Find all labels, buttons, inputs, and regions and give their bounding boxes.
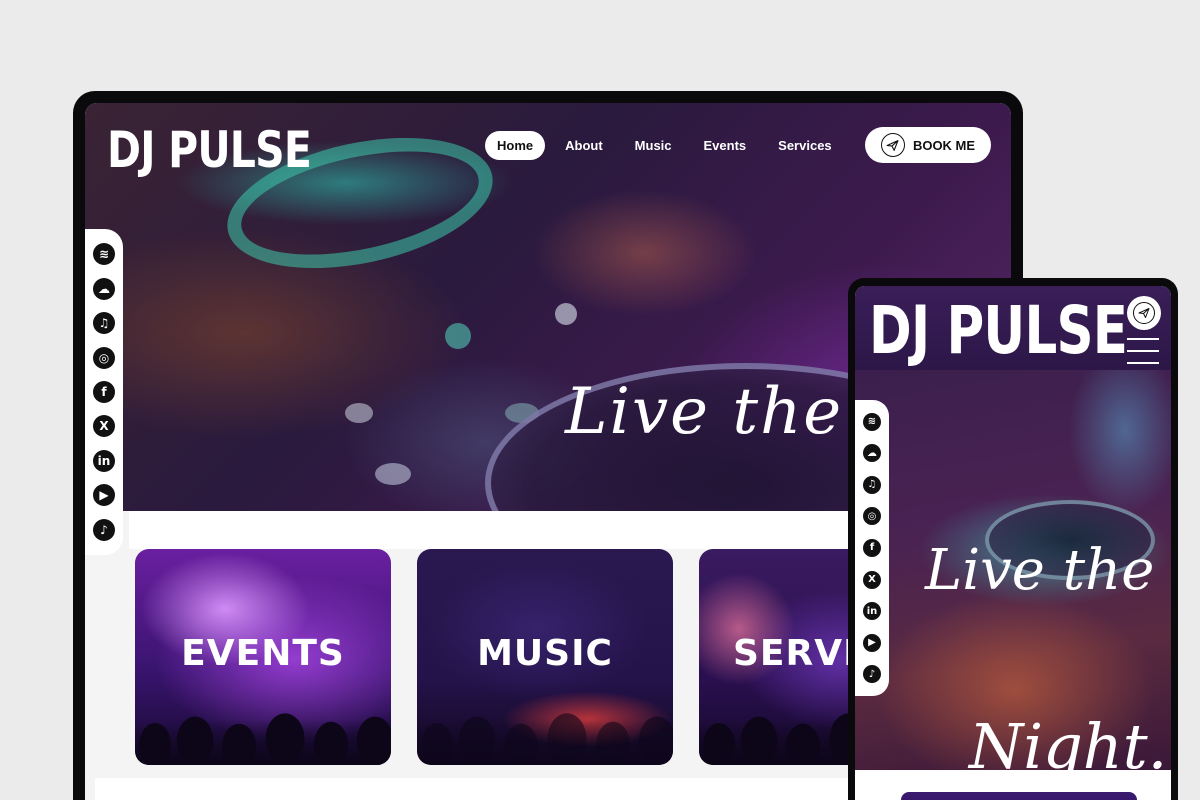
menu-line: [1127, 362, 1159, 364]
youtube-icon[interactable]: ▶: [863, 633, 881, 652]
site-logo[interactable]: DJ PULSE: [107, 121, 312, 179]
mobile-header: DJ PULSE: [855, 286, 1171, 370]
social-sidebar: ≋ ☁ ♫ ◎ f X in ▶ ♪: [85, 229, 123, 555]
mobile-card[interactable]: [901, 792, 1137, 800]
mobile-hero: Live the Night.: [855, 370, 1171, 783]
spotify-icon[interactable]: ≋: [93, 243, 115, 266]
card-events-label: EVENTS: [181, 633, 345, 674]
mixer-image: [417, 675, 673, 765]
mobile-site-logo[interactable]: DJ PULSE: [869, 292, 1128, 369]
mobile-screen: DJ PULSE Live the Night. ≋ ☁ ♫ ◎ f X in …: [855, 286, 1171, 800]
instagram-icon[interactable]: ◎: [93, 346, 115, 369]
nav-item-music[interactable]: Music: [623, 131, 684, 160]
facebook-icon[interactable]: f: [93, 380, 115, 403]
soundcloud-icon[interactable]: ☁: [93, 277, 115, 300]
linkedin-icon[interactable]: in: [863, 602, 881, 621]
facebook-icon[interactable]: f: [863, 538, 881, 557]
x-icon[interactable]: X: [863, 570, 881, 589]
card-music[interactable]: MUSIC: [417, 549, 673, 765]
book-me-label: BOOK ME: [912, 137, 976, 153]
paper-plane-icon: [880, 133, 905, 157]
hero-knob: [375, 463, 411, 485]
nav-item-about[interactable]: About: [553, 131, 615, 160]
nav-item-events[interactable]: Events: [692, 131, 759, 160]
mobile-book-button[interactable]: [1127, 296, 1161, 330]
hero-knob: [345, 403, 373, 423]
main-nav: Home About Music Events Services: [485, 131, 844, 160]
tiktok-icon[interactable]: ♪: [93, 518, 115, 541]
nav-item-home[interactable]: Home: [485, 131, 546, 160]
instagram-icon[interactable]: ◎: [863, 507, 881, 526]
tiktok-icon[interactable]: ♪: [863, 665, 881, 684]
mobile-device-frame: DJ PULSE Live the Night. ≋ ☁ ♫ ◎ f X in …: [848, 278, 1178, 800]
mobile-social-sidebar: ≋ ☁ ♫ ◎ f X in ▶ ♪: [855, 400, 889, 696]
hero-knob: [445, 323, 471, 349]
hamburger-menu-icon[interactable]: [1127, 338, 1159, 364]
menu-line: [1127, 338, 1159, 340]
linkedin-icon[interactable]: in: [93, 449, 115, 472]
mobile-hero-tagline-1: Live the: [925, 538, 1155, 603]
youtube-icon[interactable]: ▶: [93, 484, 115, 507]
apple-music-icon[interactable]: ♫: [863, 475, 881, 494]
menu-line: [1127, 350, 1159, 352]
soundcloud-icon[interactable]: ☁: [863, 444, 881, 463]
crowd-image: [135, 675, 391, 765]
book-me-button[interactable]: BOOK ME: [865, 127, 991, 163]
nav-item-services[interactable]: Services: [766, 131, 844, 160]
card-events[interactable]: EVENTS: [135, 549, 391, 765]
paper-plane-icon: [1133, 302, 1155, 324]
spotify-icon[interactable]: ≋: [863, 412, 881, 431]
apple-music-icon[interactable]: ♫: [93, 312, 115, 335]
hero-knob: [555, 303, 577, 325]
x-icon[interactable]: X: [93, 415, 115, 438]
card-music-label: MUSIC: [477, 633, 613, 674]
